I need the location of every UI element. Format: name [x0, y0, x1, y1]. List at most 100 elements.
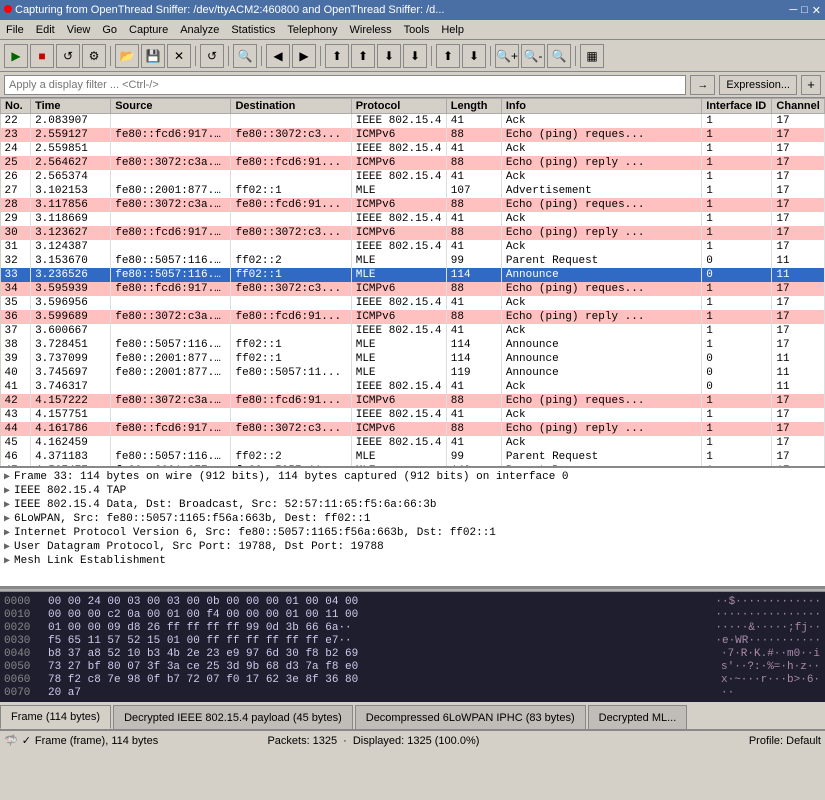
table-cell: ff02::1: [231, 268, 351, 282]
maximize-button[interactable]: □: [801, 4, 808, 16]
detail-ieee-tap[interactable]: ▶ IEEE 802.15.4 TAP: [2, 484, 823, 498]
menu-go[interactable]: Go: [96, 22, 123, 38]
menu-analyze[interactable]: Analyze: [174, 22, 225, 38]
scroll-up-button[interactable]: ⬆: [436, 44, 460, 68]
table-row[interactable]: 313.124387IEEE 802.15.441Ack117: [1, 240, 825, 254]
menu-tools[interactable]: Tools: [398, 22, 436, 38]
col-header-length[interactable]: Length: [446, 99, 501, 114]
table-row[interactable]: 403.745697fe80::2001:877...fe80::5057:11…: [1, 366, 825, 380]
menu-view[interactable]: View: [61, 22, 97, 38]
next-packet-button[interactable]: ▶: [292, 44, 316, 68]
capture-options-button[interactable]: ⚙: [82, 44, 106, 68]
detail-ipv6[interactable]: ▶ Internet Protocol Version 6, Src: fe80…: [2, 526, 823, 540]
table-row[interactable]: 252.564627fe80::3072:c3a...fe80::fcd6:91…: [1, 156, 825, 170]
status-frame-info: Frame (frame), 114 bytes: [35, 735, 158, 747]
bottom-tab-0[interactable]: Frame (114 bytes): [0, 705, 111, 729]
bottom-tab-1[interactable]: Decrypted IEEE 802.15.4 payload (45 byte…: [113, 705, 353, 729]
table-row[interactable]: 262.565374IEEE 802.15.441Ack117: [1, 170, 825, 184]
table-row[interactable]: 434.157751IEEE 802.15.441Ack117: [1, 408, 825, 422]
menu-telephony[interactable]: Telephony: [281, 22, 343, 38]
table-cell: 41: [446, 240, 501, 254]
col-header-info[interactable]: Info: [501, 99, 701, 114]
resize-columns-button[interactable]: ▦: [580, 44, 604, 68]
table-row[interactable]: 464.371183fe80::5057:116...ff02::2MLE99P…: [1, 450, 825, 464]
table-row[interactable]: 424.157222fe80::3072:c3a...fe80::fcd6:91…: [1, 394, 825, 408]
table-row[interactable]: 232.559127fe80::fcd6:917...fe80::3072:c3…: [1, 128, 825, 142]
go-last-button[interactable]: ⬇: [403, 44, 427, 68]
toolbar-sep-8: [575, 46, 576, 66]
table-row[interactable]: 293.118669IEEE 802.15.441Ack117: [1, 212, 825, 226]
table-row[interactable]: 353.596956IEEE 802.15.441Ack117: [1, 296, 825, 310]
display-filter-input[interactable]: [4, 75, 686, 95]
hex-offset: 0020: [4, 622, 40, 634]
table-cell: 3.102153: [31, 184, 111, 198]
find-packet-button[interactable]: 🔍: [233, 44, 257, 68]
menu-file[interactable]: File: [0, 22, 30, 38]
table-row[interactable]: 323.153670fe80::5057:116...ff02::2MLE99P…: [1, 254, 825, 268]
zoom-reset-button[interactable]: 🔍: [547, 44, 571, 68]
col-header-protocol[interactable]: Protocol: [351, 99, 446, 114]
close-button[interactable]: ✕: [812, 4, 821, 17]
add-filter-button[interactable]: +: [801, 75, 821, 95]
table-row[interactable]: 343.595939fe80::fcd6:917...fe80::3072:c3…: [1, 282, 825, 296]
detail-udp[interactable]: ▶ User Datagram Protocol, Src Port: 1978…: [2, 540, 823, 554]
expression-button[interactable]: Expression...: [719, 75, 797, 95]
prev-packet-button[interactable]: ◀: [266, 44, 290, 68]
go-first-button[interactable]: ⬆: [325, 44, 349, 68]
packet-list[interactable]: No. Time Source Destination Protocol Len…: [0, 98, 825, 468]
col-header-destination[interactable]: Destination: [231, 99, 351, 114]
table-row[interactable]: 393.737099fe80::2001:877...ff02::1MLE114…: [1, 352, 825, 366]
scroll-down-button[interactable]: ⬇: [462, 44, 486, 68]
menu-wireless[interactable]: Wireless: [344, 22, 398, 38]
col-header-interface[interactable]: Interface ID: [702, 99, 772, 114]
bottom-tab-3[interactable]: Decrypted ML...: [588, 705, 688, 729]
window-dot-red: [4, 4, 15, 16]
table-cell: 41: [446, 380, 501, 394]
col-header-source[interactable]: Source: [111, 99, 231, 114]
go-prev-marked-button[interactable]: ⬆: [351, 44, 375, 68]
detail-frame[interactable]: ▶ Frame 33: 114 bytes on wire (912 bits)…: [2, 470, 823, 484]
col-header-channel[interactable]: Channel: [772, 99, 825, 114]
table-cell: 24: [1, 142, 31, 156]
menu-help[interactable]: Help: [435, 22, 470, 38]
table-row[interactable]: 283.117856fe80::3072:c3a...fe80::fcd6:91…: [1, 198, 825, 212]
minimize-button[interactable]: ─: [789, 4, 797, 16]
table-row[interactable]: 303.123627fe80::fcd6:917...fe80::3072:c3…: [1, 226, 825, 240]
table-row[interactable]: 363.599689fe80::3072:c3a...fe80::fcd6:91…: [1, 310, 825, 324]
table-cell: fe80::fcd6:91...: [231, 198, 351, 212]
save-file-button[interactable]: 💾: [141, 44, 165, 68]
start-capture-button[interactable]: ▶: [4, 44, 28, 68]
menu-capture[interactable]: Capture: [123, 22, 174, 38]
table-row[interactable]: 383.728451fe80::5057:116...ff02::1MLE114…: [1, 338, 825, 352]
col-header-time[interactable]: Time: [31, 99, 111, 114]
zoom-out-button[interactable]: 🔍-: [521, 44, 545, 68]
zoom-in-button[interactable]: 🔍+: [495, 44, 519, 68]
menu-edit[interactable]: Edit: [30, 22, 61, 38]
table-row[interactable]: 242.559851IEEE 802.15.441Ack117: [1, 142, 825, 156]
table-row[interactable]: 454.162459IEEE 802.15.441Ack117: [1, 436, 825, 450]
detail-lowpan[interactable]: ▶ 6LoWPAN, Src: fe80::5057:1165:f56a:663…: [2, 512, 823, 526]
reload-button[interactable]: ↺: [200, 44, 224, 68]
open-file-button[interactable]: 📂: [115, 44, 139, 68]
table-cell: 11: [772, 352, 825, 366]
col-header-no[interactable]: No.: [1, 99, 31, 114]
restart-capture-button[interactable]: ↺: [56, 44, 80, 68]
go-next-marked-button[interactable]: ⬇: [377, 44, 401, 68]
table-row[interactable]: 413.746317IEEE 802.15.441Ack011: [1, 380, 825, 394]
table-row[interactable]: 273.102153fe80::2001:877...ff02::1MLE107…: [1, 184, 825, 198]
table-cell: 30: [1, 226, 31, 240]
table-cell: 44: [1, 422, 31, 436]
detail-ieee-data[interactable]: ▶ IEEE 802.15.4 Data, Dst: Broadcast, Sr…: [2, 498, 823, 512]
table-row[interactable]: 444.161786fe80::fcd6:917...fe80::3072:c3…: [1, 422, 825, 436]
detail-mle[interactable]: ▶ Mesh Link Establishment: [2, 554, 823, 568]
table-row[interactable]: 222.083907IEEE 802.15.441Ack117: [1, 114, 825, 129]
table-cell: 3.118669: [31, 212, 111, 226]
table-row[interactable]: 333.236526fe80::5057:116...ff02::1MLE114…: [1, 268, 825, 282]
menu-statistics[interactable]: Statistics: [225, 22, 281, 38]
close-file-button[interactable]: ✕: [167, 44, 191, 68]
table-cell: 17: [772, 240, 825, 254]
bottom-tab-2[interactable]: Decompressed 6LoWPAN IPHC (83 bytes): [355, 705, 586, 729]
stop-capture-button[interactable]: ■: [30, 44, 54, 68]
apply-filter-button[interactable]: →: [690, 75, 715, 95]
table-row[interactable]: 373.600667IEEE 802.15.441Ack117: [1, 324, 825, 338]
